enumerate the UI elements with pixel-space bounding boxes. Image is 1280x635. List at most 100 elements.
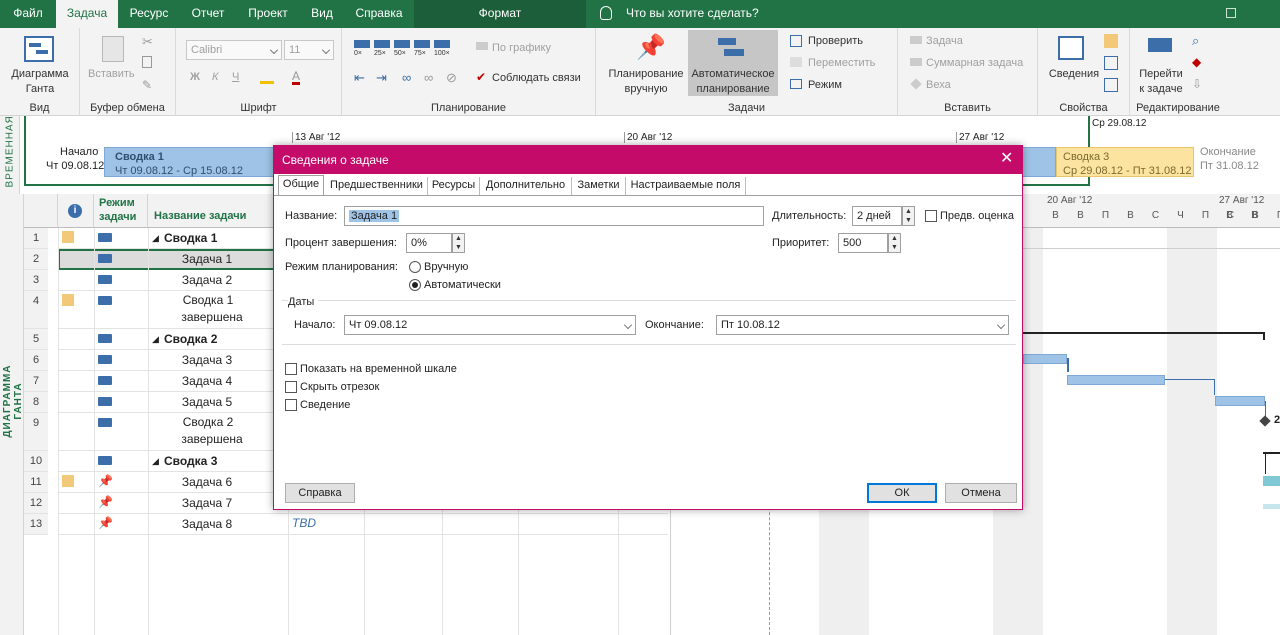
row-number[interactable]: 6 bbox=[24, 350, 48, 371]
information-button[interactable]: Сведения bbox=[1046, 68, 1102, 80]
row-number[interactable]: 5 bbox=[24, 329, 48, 350]
note-indicator-icon[interactable] bbox=[62, 231, 74, 243]
start-select[interactable]: Чт 09.08.12 bbox=[344, 315, 636, 335]
dialog-tab-general[interactable]: Общие bbox=[278, 175, 324, 195]
dialog-tab-advanced[interactable]: Дополнительно bbox=[480, 177, 572, 195]
collapse-icon[interactable]: ◢ bbox=[152, 330, 159, 349]
auto-radio[interactable] bbox=[409, 279, 421, 291]
summary2-bar[interactable] bbox=[1023, 332, 1265, 334]
row-number[interactable]: 8 bbox=[24, 392, 48, 413]
hide-bar-checkbox[interactable] bbox=[285, 381, 297, 393]
row-number[interactable]: 2 bbox=[24, 249, 48, 270]
dialog-tab-predecessors[interactable]: Предшественники bbox=[326, 177, 428, 195]
show-timeline-checkbox[interactable] bbox=[285, 363, 297, 375]
dialog-tab-notes[interactable]: Заметки bbox=[572, 177, 626, 195]
collapse-icon[interactable]: ◢ bbox=[152, 229, 159, 248]
tab-help[interactable]: Справка bbox=[344, 0, 414, 28]
highlight-icon[interactable] bbox=[260, 70, 274, 84]
row-number[interactable]: 1 bbox=[24, 228, 48, 249]
row-number[interactable]: 4 bbox=[24, 291, 48, 329]
row-number[interactable]: 3 bbox=[24, 270, 48, 291]
header-task-name[interactable]: Название задачи bbox=[148, 194, 288, 228]
timeline-summary1[interactable]: Сводка 1 Чт 09.08.12 - Ср 15.08.12 bbox=[104, 147, 278, 177]
pct25-icon[interactable] bbox=[374, 40, 390, 48]
paste-button[interactable]: Вставить bbox=[88, 68, 135, 80]
scroll-to-task-label2[interactable]: к задаче bbox=[1132, 83, 1190, 95]
tab-task[interactable]: Задача bbox=[56, 0, 118, 28]
clear-icon[interactable]: ◆ bbox=[1192, 55, 1201, 69]
bold-button[interactable]: Ж bbox=[190, 71, 200, 83]
fill-icon[interactable]: ⇩ bbox=[1192, 77, 1202, 91]
inactivate-icon[interactable]: ⊘ bbox=[446, 70, 457, 86]
row-number[interactable]: 11 bbox=[24, 472, 48, 493]
cancel-button[interactable]: Отмена bbox=[945, 483, 1017, 503]
pct50-icon[interactable] bbox=[394, 40, 410, 48]
manual-schedule-label2[interactable]: вручную bbox=[606, 83, 686, 95]
help-button[interactable]: Справка bbox=[285, 483, 355, 503]
tab-file[interactable]: Файл bbox=[0, 0, 56, 28]
milestone-summary2[interactable] bbox=[1259, 415, 1271, 427]
restore-icon[interactable] bbox=[1226, 8, 1236, 18]
duration-spinner[interactable]: ▲ ▼ bbox=[902, 206, 915, 226]
move-button[interactable]: Переместить bbox=[808, 57, 875, 69]
timeline-summary3[interactable]: Сводка 3 Ср 29.08.12 - Пт 31.08.12 bbox=[1056, 147, 1194, 177]
notes-icon[interactable] bbox=[1104, 34, 1118, 48]
header-indicators[interactable]: i bbox=[58, 194, 94, 228]
inspect-button[interactable]: Проверить bbox=[808, 35, 863, 47]
row-number[interactable]: 12 bbox=[24, 493, 48, 514]
unlink-icon[interactable]: ∞ bbox=[424, 70, 433, 85]
duration-input[interactable]: 2 дней bbox=[852, 206, 902, 226]
percent-spinner[interactable]: ▲ ▼ bbox=[452, 233, 465, 253]
row-number[interactable]: 7 bbox=[24, 371, 48, 392]
manual-radio[interactable] bbox=[409, 261, 421, 273]
estimated-checkbox[interactable] bbox=[925, 210, 937, 222]
percent-input[interactable]: 0% bbox=[406, 233, 452, 253]
tab-resource[interactable]: Ресурс bbox=[118, 0, 180, 28]
tab-format[interactable]: Формат bbox=[414, 0, 586, 28]
finish-select[interactable]: Пт 10.08.12 bbox=[716, 315, 1009, 335]
insert-task-button[interactable]: Задача bbox=[926, 35, 963, 47]
dialog-tab-custom-fields[interactable]: Настраиваемые поля bbox=[626, 177, 746, 195]
italic-button[interactable]: К bbox=[212, 71, 218, 83]
scroll-to-task-label1[interactable]: Перейти bbox=[1132, 68, 1190, 80]
respect-links-button[interactable]: Соблюдать связи bbox=[492, 72, 581, 84]
add-to-timeline-icon[interactable] bbox=[1104, 78, 1118, 92]
row-number[interactable]: 9 bbox=[24, 413, 48, 451]
tab-report[interactable]: Отчет bbox=[180, 0, 236, 28]
gantt-button-label[interactable]: Диаграмма bbox=[8, 68, 72, 80]
collapse-icon[interactable]: ◢ bbox=[152, 452, 159, 471]
tab-view[interactable]: Вид bbox=[300, 0, 344, 28]
tab-project[interactable]: Проект bbox=[236, 0, 300, 28]
insert-summary-button[interactable]: Суммарная задача bbox=[926, 57, 1023, 69]
pct0-icon[interactable] bbox=[354, 40, 370, 48]
cut-icon[interactable]: ✂ bbox=[142, 34, 153, 50]
tell-me-box[interactable]: Что вы хотите сделать? bbox=[626, 0, 786, 28]
outdent-icon[interactable]: ⇤ bbox=[354, 70, 365, 86]
find-icon[interactable]: ⌕ bbox=[1192, 33, 1199, 49]
row-number[interactable]: 13 bbox=[24, 514, 48, 535]
task3-bar[interactable] bbox=[1023, 354, 1067, 364]
mark-on-track-button[interactable]: По графику bbox=[492, 42, 551, 54]
font-family-select[interactable]: Calibri bbox=[186, 40, 282, 60]
pct75-icon[interactable] bbox=[414, 40, 430, 48]
note-indicator-icon[interactable] bbox=[62, 475, 74, 487]
priority-spinner[interactable]: ▲ ▼ bbox=[888, 233, 901, 253]
link-icon[interactable]: ∞ bbox=[402, 70, 411, 85]
indent-icon[interactable]: ⇥ bbox=[376, 70, 387, 86]
format-painter-icon[interactable]: ✎ bbox=[142, 78, 152, 92]
header-task-mode[interactable]: Режим задачи bbox=[94, 194, 148, 228]
copy-icon[interactable] bbox=[142, 56, 152, 68]
details-icon[interactable] bbox=[1104, 56, 1118, 70]
insert-milestone-button[interactable]: Веха bbox=[926, 79, 951, 91]
gantt-button-label2[interactable]: Ганта bbox=[8, 83, 72, 95]
task6-bar[interactable] bbox=[1263, 476, 1280, 486]
ok-button[interactable]: ОК bbox=[867, 483, 937, 503]
note-indicator-icon[interactable] bbox=[62, 294, 74, 306]
task4-bar[interactable] bbox=[1067, 375, 1165, 385]
close-icon[interactable]: ✕ bbox=[1000, 151, 1013, 167]
task5-bar[interactable] bbox=[1215, 396, 1265, 406]
font-color-icon[interactable]: A bbox=[292, 70, 301, 85]
font-size-select[interactable]: 11 bbox=[284, 40, 334, 60]
mode-button[interactable]: Режим bbox=[808, 79, 842, 91]
rollup-checkbox[interactable] bbox=[285, 399, 297, 411]
